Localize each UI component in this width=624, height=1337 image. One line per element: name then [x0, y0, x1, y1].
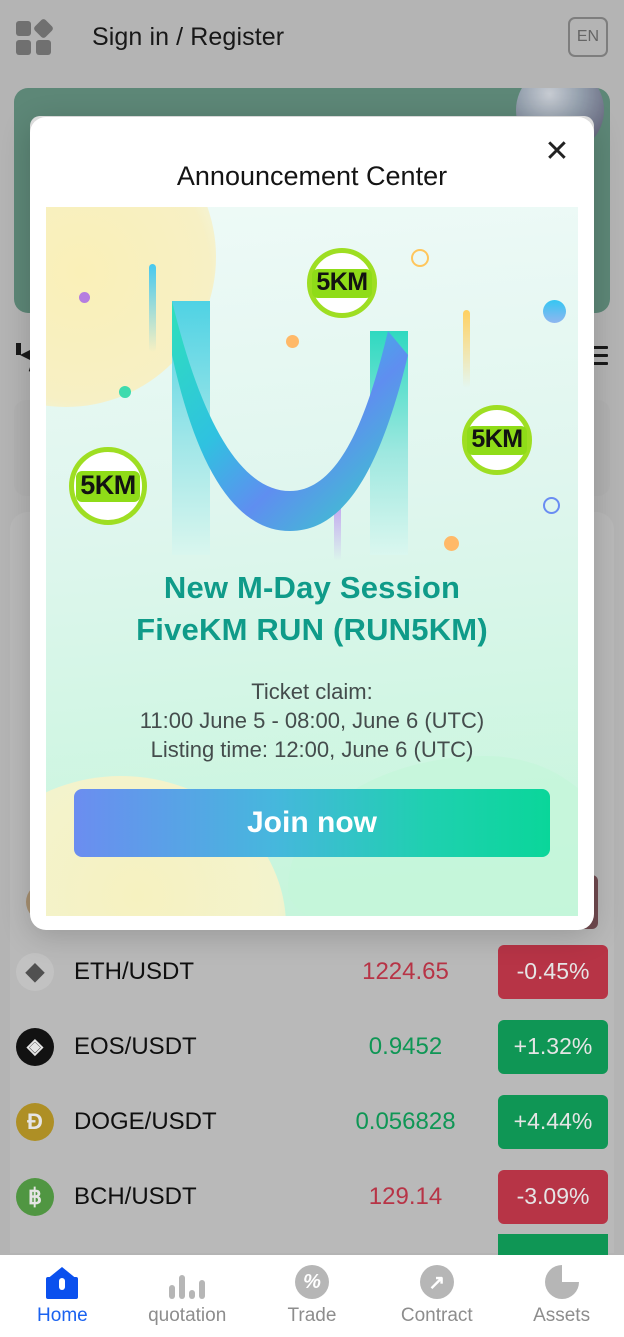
- contract-icon: ↗: [419, 1265, 454, 1299]
- m-logo-icon: [172, 301, 408, 555]
- bar-cyan: [149, 264, 156, 352]
- app-root: Sign in / Register EN F ge: [0, 0, 624, 1337]
- banner-title: New M-Day Session FiveKM RUN (RUN5KM): [46, 567, 578, 651]
- announcement-banner: 5KM 5KM 5KM New M-Day Session FiveKM RUN…: [46, 207, 578, 916]
- banner-details: Ticket claim: 11:00 June 5 - 08:00, June…: [46, 677, 578, 764]
- nav-item-trade[interactable]: % Trade: [250, 1265, 375, 1327]
- announcement-modal: ✕ Announcement Center 5KM 5KM 5KM New M-…: [30, 117, 594, 930]
- bar-chart-icon: [169, 1265, 206, 1299]
- badge-5km-3: 5KM: [462, 405, 532, 475]
- dot-purple: [79, 292, 90, 303]
- join-now-button[interactable]: Join now: [74, 789, 550, 857]
- page-title: Announcement Center: [176, 161, 448, 191]
- nav-label-quotation: quotation: [148, 1305, 227, 1326]
- ring-orange: [411, 249, 429, 267]
- detail-line-1: Ticket claim:: [251, 679, 373, 704]
- home-icon: [46, 1265, 79, 1299]
- ring-blue: [543, 497, 560, 514]
- badge-5km-2: 5KM: [307, 248, 377, 318]
- nav-item-contract[interactable]: ↗ Contract: [374, 1265, 499, 1327]
- nav-item-quotation[interactable]: quotation: [125, 1265, 250, 1327]
- trade-icon: %: [294, 1265, 329, 1299]
- nav-label-contract: Contract: [400, 1305, 473, 1326]
- nav-item-home[interactable]: Home: [0, 1265, 125, 1327]
- dot-orange-2: [444, 536, 459, 551]
- close-icon[interactable]: ✕: [542, 137, 572, 167]
- badge-5km-1: 5KM: [69, 447, 147, 525]
- pie-chart-icon: [544, 1265, 579, 1299]
- bar-yellow: [463, 310, 470, 388]
- detail-line-3: Listing time: 12:00, June 6 (UTC): [150, 737, 474, 763]
- nav-label-home: Home: [37, 1305, 88, 1326]
- banner-title-line2: FiveKM RUN (RUN5KM): [136, 611, 488, 647]
- dot-green: [119, 386, 131, 398]
- nav-label-assets: Assets: [533, 1305, 591, 1326]
- nav-label-trade: Trade: [287, 1305, 337, 1326]
- detail-line-2: 11:00 June 5 - 08:00, June 6 (UTC): [139, 708, 485, 734]
- dot-blue-gradient: [543, 300, 566, 323]
- bottom-navigation: Home quotation % Trade ↗ Contract Assets: [0, 1255, 624, 1337]
- nav-item-assets[interactable]: Assets: [499, 1265, 624, 1327]
- banner-title-line1: New M-Day Session: [163, 570, 461, 605]
